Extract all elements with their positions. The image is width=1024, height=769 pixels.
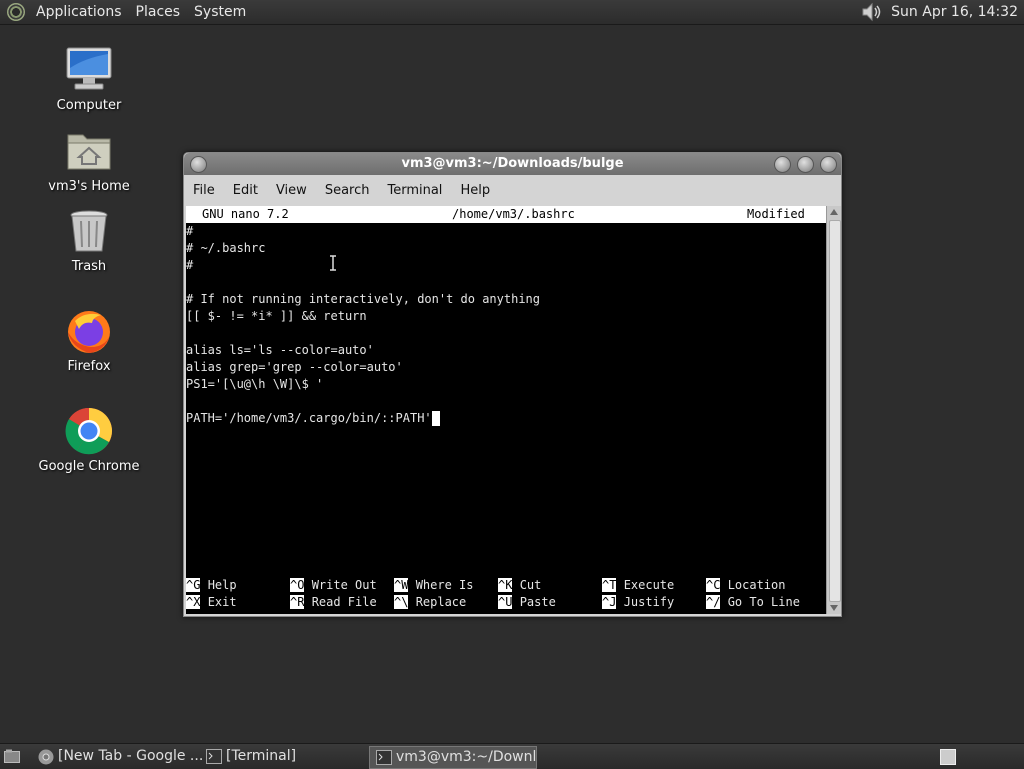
shortcut-help: ^G Help [186, 578, 237, 592]
desktop-icon-label: Trash [71, 259, 107, 274]
editor-line: [[ $- != *i* ]] && return [186, 309, 367, 323]
computer-icon [65, 46, 113, 94]
trash-icon [65, 207, 113, 255]
editor-line-with-cursor: PATH='/home/vm3/.cargo/bin/::PATH' [186, 410, 440, 427]
editor-line-text: PATH='/home/vm3/.cargo/bin/::PATH' [186, 411, 432, 425]
maximize-icon[interactable] [797, 156, 814, 173]
nano-version: GNU nano 7.2 [202, 207, 289, 221]
nano-filename: /home/vm3/.bashrc [452, 207, 575, 221]
window-title-bar[interactable]: vm3@vm3:~/Downloads/bulge [184, 153, 841, 175]
editor-line: # ~/.bashrc [186, 241, 266, 255]
editor-line: # [186, 224, 194, 238]
shortcut-paste: ^U Paste [498, 595, 556, 609]
terminal-window: vm3@vm3:~/Downloads/bulge File Edit View… [183, 152, 842, 617]
editor-line: PS1='[\u@\h \W]\$ ' [186, 377, 324, 391]
nano-status: Modified [747, 207, 805, 221]
menu-search[interactable]: Search [316, 183, 379, 198]
editor-line: alias grep='grep --color=auto' [186, 360, 403, 374]
desktop-icon-label: Computer [56, 98, 122, 113]
shortcut-justify: ^J Justify [602, 595, 675, 609]
top-panel: Applications Places System Sun Apr 16, 1… [0, 0, 1024, 25]
minimize-icon[interactable] [774, 156, 791, 173]
task-terminal[interactable]: [Terminal] [200, 746, 386, 767]
menu-file[interactable]: File [184, 183, 224, 198]
volume-icon[interactable] [861, 2, 883, 22]
shortcut-where-is: ^W Where Is [394, 578, 474, 592]
window-title: vm3@vm3:~/Downloads/bulge [401, 156, 624, 171]
scroll-down-icon[interactable] [830, 605, 838, 611]
firefox-icon [65, 307, 113, 355]
window-menu-icon[interactable] [190, 156, 207, 173]
terminal-area[interactable]: GNU nano 7.2 /home/vm3/.bashrc Modified … [186, 206, 826, 614]
shortcut-read-file: ^R Read File [290, 595, 377, 609]
shortcut-exit: ^X Exit [186, 595, 237, 609]
menu-view[interactable]: View [267, 183, 316, 198]
scroll-up-icon[interactable] [830, 209, 838, 215]
menu-places[interactable]: Places [129, 0, 188, 24]
chrome-icon [38, 749, 54, 765]
task-terminal-active[interactable]: vm3@vm3:~/Downl... [369, 746, 537, 769]
desktop-icon-home[interactable]: vm3's Home [29, 127, 149, 194]
task-google-chrome[interactable]: [New Tab - Google ... [32, 746, 218, 767]
nano-header: GNU nano 7.2 /home/vm3/.bashrc Modified [186, 206, 826, 223]
shortcut-write-out: ^O Write Out [290, 578, 377, 592]
menu-applications[interactable]: Applications [29, 0, 129, 24]
terminal-icon [376, 750, 392, 765]
menu-help[interactable]: Help [451, 183, 499, 198]
desktop-icon-label: Firefox [67, 359, 111, 374]
terminal-icon [206, 749, 222, 764]
mouse-ibeam-icon [330, 255, 336, 271]
terminal-scrollbar[interactable] [826, 206, 841, 614]
home-folder-icon [65, 127, 113, 175]
shortcut-replace: ^\ Replace [394, 595, 467, 609]
clock[interactable]: Sun Apr 16, 14:32 [891, 4, 1018, 20]
desktop-icon-computer[interactable]: Computer [29, 46, 149, 113]
window-menu-bar: File Edit View Search Terminal Help [184, 175, 841, 205]
desktop-icon-label: Google Chrome [38, 459, 140, 474]
workspace-switcher[interactable] [940, 749, 956, 765]
shortcut-execute: ^T Execute [602, 578, 675, 592]
scrollbar-thumb[interactable] [829, 220, 841, 602]
text-cursor [431, 411, 440, 426]
shortcut-location: ^C Location [706, 578, 786, 592]
desktop-icon-label: vm3's Home [48, 179, 130, 194]
desktop-icon-firefox[interactable]: Firefox [29, 307, 149, 374]
shortcut-cut: ^K Cut [498, 578, 542, 592]
menu-edit[interactable]: Edit [224, 183, 267, 198]
editor-line: alias ls='ls --color=auto' [186, 343, 374, 357]
distro-logo-icon[interactable] [7, 3, 25, 21]
show-desktop-icon[interactable] [4, 749, 20, 763]
editor-line: # [186, 258, 194, 272]
shortcut-go-to-line: ^/ Go To Line [706, 595, 800, 609]
desktop-icon-trash[interactable]: Trash [29, 207, 149, 274]
editor-line: # If not running interactively, don't do… [186, 292, 541, 306]
chrome-icon [65, 407, 113, 455]
menu-system[interactable]: System [187, 0, 253, 24]
close-icon[interactable] [820, 156, 837, 173]
bottom-panel: [New Tab - Google ... [Terminal] vm3@vm3… [0, 743, 1024, 769]
desktop-icon-chrome[interactable]: Google Chrome [29, 407, 149, 474]
menu-terminal[interactable]: Terminal [378, 183, 451, 198]
